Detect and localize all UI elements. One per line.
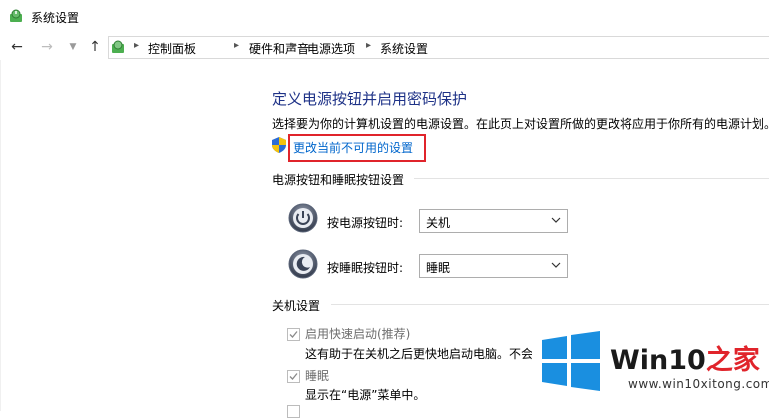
sleep-checkbox[interactable] bbox=[287, 370, 300, 383]
watermark-url: www.win10xitong.com bbox=[628, 377, 769, 391]
breadcrumb-item-control-panel[interactable]: 控制面板 bbox=[148, 40, 196, 57]
chevron-down-icon bbox=[551, 262, 561, 268]
fast-startup-description: 这有助于在关机之后更快地启动电脑。不会 bbox=[305, 347, 534, 361]
sleep-button-action-select[interactable]: 睡眠 bbox=[419, 254, 568, 278]
page-title: 定义电源按钮并启用密码保护 bbox=[272, 90, 468, 108]
chevron-down-icon bbox=[551, 217, 561, 223]
system-settings-icon bbox=[10, 9, 22, 22]
title-bar bbox=[0, 0, 769, 32]
watermark-brand-suffix: 之家 bbox=[705, 345, 760, 376]
section-divider bbox=[331, 304, 769, 305]
left-pane-divider bbox=[0, 60, 1, 411]
checkmark-icon bbox=[289, 373, 298, 380]
shutdown-section-title: 关机设置 bbox=[272, 299, 321, 313]
power-buttons-section-title: 电源按钮和睡眠按钮设置 bbox=[272, 173, 405, 187]
control-panel-icon bbox=[112, 40, 124, 53]
fast-startup-label: 启用快速启动(推荐) bbox=[305, 327, 411, 341]
uac-shield-icon bbox=[272, 137, 286, 153]
sleep-button-icon bbox=[288, 249, 318, 279]
breadcrumb-item-hardware-sound[interactable]: 硬件和声音 bbox=[249, 40, 309, 57]
power-button-action-select[interactable]: 关机 bbox=[419, 209, 568, 233]
back-arrow-icon[interactable]: ← bbox=[8, 38, 26, 56]
breadcrumb-separator-icon: ▸ bbox=[292, 40, 298, 51]
window-title: 系统设置 bbox=[31, 11, 80, 25]
breadcrumb-separator-icon: ▸ bbox=[134, 40, 140, 51]
breadcrumb-item-system-settings[interactable]: 系统设置 bbox=[380, 40, 428, 57]
power-button-label: 按电源按钮时: bbox=[327, 216, 404, 230]
windows-logo-icon bbox=[542, 331, 600, 391]
sleep-description: 显示在“电源”菜单中。 bbox=[305, 388, 426, 402]
recent-locations-chevron-icon[interactable]: ▼ bbox=[64, 38, 82, 56]
sleep-label: 睡眠 bbox=[305, 369, 330, 383]
page-description: 选择要为你的计算机设置的电源设置。在此页上对设置所做的更改将应用于你所有的电源计… bbox=[272, 117, 769, 131]
breadcrumb-separator-icon: ▸ bbox=[234, 40, 240, 51]
address-bar[interactable] bbox=[108, 36, 769, 59]
breadcrumb-separator-icon: ▸ bbox=[366, 40, 372, 51]
highlight-annotation-box bbox=[288, 134, 426, 162]
watermark-brand: Win10之家 bbox=[610, 338, 760, 377]
watermark-brand-prefix: Win10 bbox=[610, 345, 706, 376]
sleep-button-label: 按睡眠按钮时: bbox=[327, 261, 404, 275]
power-button-action-value: 关机 bbox=[426, 216, 451, 230]
power-button-icon bbox=[288, 203, 318, 233]
next-option-checkbox[interactable] bbox=[287, 405, 300, 418]
fast-startup-checkbox[interactable] bbox=[287, 328, 300, 341]
sleep-button-action-value: 睡眠 bbox=[426, 261, 451, 275]
forward-arrow-icon[interactable]: → bbox=[38, 38, 56, 56]
section-divider bbox=[414, 178, 769, 179]
up-arrow-icon[interactable]: ↑ bbox=[86, 38, 104, 56]
breadcrumb-item-power-options[interactable]: 电源选项 bbox=[307, 40, 355, 57]
checkmark-icon bbox=[289, 331, 298, 338]
